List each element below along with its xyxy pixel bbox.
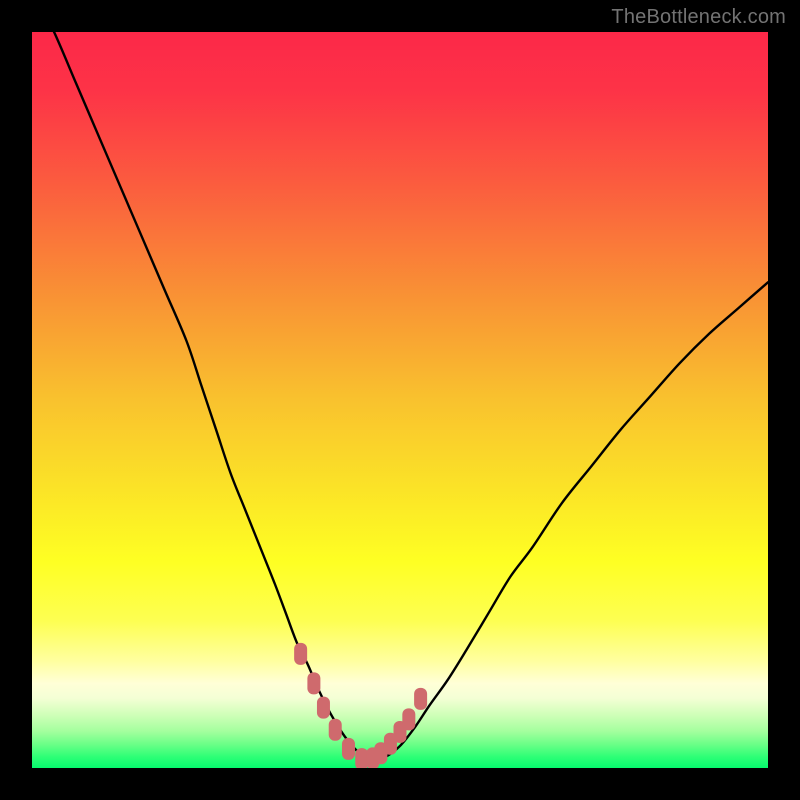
valley-marker	[402, 708, 415, 730]
plot-area	[32, 32, 768, 768]
valley-marker	[329, 719, 342, 741]
valley-markers	[32, 32, 768, 768]
watermark-text: TheBottleneck.com	[611, 6, 786, 29]
chart-frame: TheBottleneck.com	[0, 0, 800, 800]
valley-marker	[294, 643, 307, 665]
valley-marker	[307, 672, 320, 694]
valley-marker	[414, 688, 427, 710]
valley-marker	[317, 697, 330, 719]
valley-marker	[342, 738, 355, 760]
